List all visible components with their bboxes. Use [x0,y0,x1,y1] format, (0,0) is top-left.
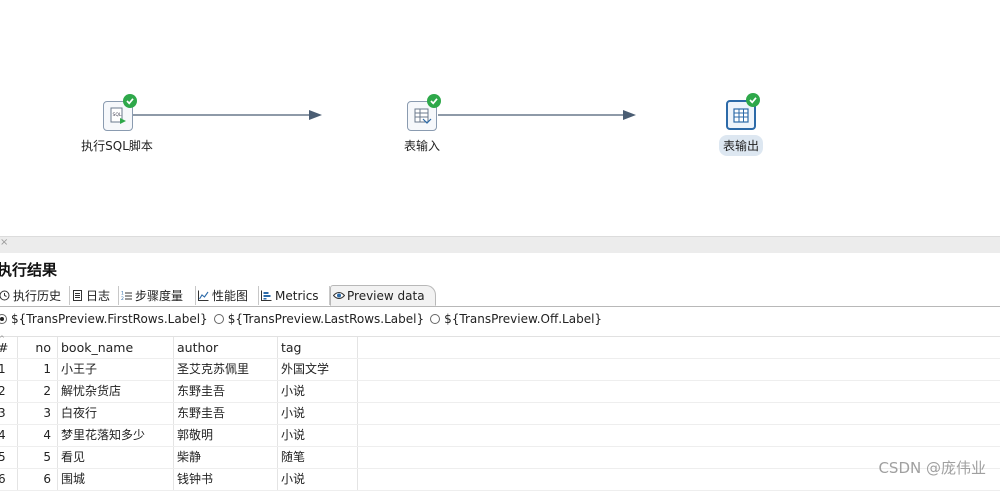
step-table-input[interactable] [407,94,441,133]
cell-tag: 小说 [278,425,358,446]
step-label-table-output: 表输出 [718,135,764,156]
table-header-row: ^ # no book_name author tag [0,335,1000,359]
radio-off[interactable]: ${TransPreview.Off.Label} [430,312,602,326]
table-row[interactable]: 5 5 看见 柴静 随笔 [0,447,1000,469]
log-icon [72,290,83,301]
success-check-icon [123,94,137,108]
table-row[interactable]: 3 3 白夜行 东野圭吾 小说 [0,403,1000,425]
success-check-icon [427,94,441,108]
hop-arrow-2 [623,110,636,120]
row-index: 2 [0,381,18,402]
eye-icon [332,290,346,301]
table-row[interactable]: 2 2 解忧杂货店 东野圭吾 小说 [0,381,1000,403]
row-index: 4 [0,425,18,446]
results-tabbar: 执行历史 日志 12 步骤度量 性能图 Metrics Preview data [0,284,1000,307]
hop-links [133,110,636,120]
column-header-index[interactable]: ^ # [0,335,18,358]
cell-author: 东野圭吾 [174,381,278,402]
cell-author: 圣艾克苏佩里 [174,359,278,380]
radio-indicator[interactable] [213,314,224,324]
preview-mode-options: ${TransPreview.FirstRows.Label} ${TransP… [0,310,608,328]
tab-preview-data[interactable]: Preview data [330,285,436,306]
radio-indicator[interactable] [430,314,441,324]
step-table-output[interactable] [726,93,760,132]
table-row[interactable]: 1 1 小王子 圣艾克苏佩里 外国文学 [0,359,1000,381]
panel-splitter[interactable]: × [0,236,1000,253]
cell-tag: 小说 [278,403,358,424]
column-header-author[interactable]: author [174,337,278,358]
success-check-icon [746,93,760,107]
panel-title: 执行结果 [0,261,58,279]
cell-no: 6 [18,469,58,490]
performance-chart-icon [198,290,209,301]
tab-execution-history[interactable]: 执行历史 [0,286,70,305]
table-row[interactable]: 6 6 围城 钱钟书 小说 [0,469,1000,491]
column-header-no[interactable]: no [18,337,58,358]
column-header-book-name[interactable]: book_name [58,337,174,358]
radio-indicator[interactable] [0,314,7,324]
row-index: 5 [0,447,18,468]
tab-metrics[interactable]: Metrics [259,286,330,305]
svg-text:1: 1 [121,291,124,297]
tab-performance-chart[interactable]: 性能图 [196,286,259,305]
cell-no: 4 [18,425,58,446]
row-index: 3 [0,403,18,424]
hop-arrow-1 [309,110,322,120]
preview-data-table: ^ # no book_name author tag 1 1 小王子 圣艾克苏… [0,336,1000,491]
svg-text:2: 2 [121,296,124,301]
radio-first-rows[interactable]: ${TransPreview.FirstRows.Label} [0,312,208,326]
cell-book-name: 小王子 [58,359,174,380]
row-index: 1 [0,359,18,380]
cell-tag: 小说 [278,469,358,490]
cell-author: 东野圭吾 [174,403,278,424]
cell-tag: 外国文学 [278,359,358,380]
cell-author: 柴静 [174,447,278,468]
sort-indicator-icon: ^ [0,335,5,343]
table-row[interactable]: 4 4 梦里花落知多少 郭敬明 小说 [0,425,1000,447]
cell-book-name: 梦里花落知多少 [58,425,174,446]
tab-log[interactable]: 日志 [70,286,119,305]
transformation-canvas[interactable]: SQL 执行SQL脚本 表输入 表输出 [0,0,1000,236]
cell-book-name: 白夜行 [58,403,174,424]
row-index: 6 [0,469,18,490]
close-icon[interactable]: × [0,237,8,248]
cell-book-name: 围城 [58,469,174,490]
step-label-exec-sql: 执行SQL脚本 [81,139,153,153]
cell-book-name: 看见 [58,447,174,468]
step-exec-sql[interactable]: SQL [103,94,137,133]
cell-no: 3 [18,403,58,424]
cell-author: 钱钟书 [174,469,278,490]
cell-no: 5 [18,447,58,468]
cell-tag: 随笔 [278,447,358,468]
step-label-table-input: 表输入 [403,139,441,153]
column-header-tag[interactable]: tag [278,337,358,358]
step-metrics-icon: 12 [121,290,132,302]
cell-tag: 小说 [278,381,358,402]
history-icon [0,290,10,301]
metrics-icon [261,290,272,301]
cell-no: 1 [18,359,58,380]
tab-step-metrics[interactable]: 12 步骤度量 [119,286,196,305]
watermark: CSDN @庞伟业 [878,459,986,477]
cell-author: 郭敬明 [174,425,278,446]
radio-last-rows[interactable]: ${TransPreview.LastRows.Label} [213,312,424,326]
cell-no: 2 [18,381,58,402]
svg-text:SQL: SQL [113,112,122,118]
cell-book-name: 解忧杂货店 [58,381,174,402]
